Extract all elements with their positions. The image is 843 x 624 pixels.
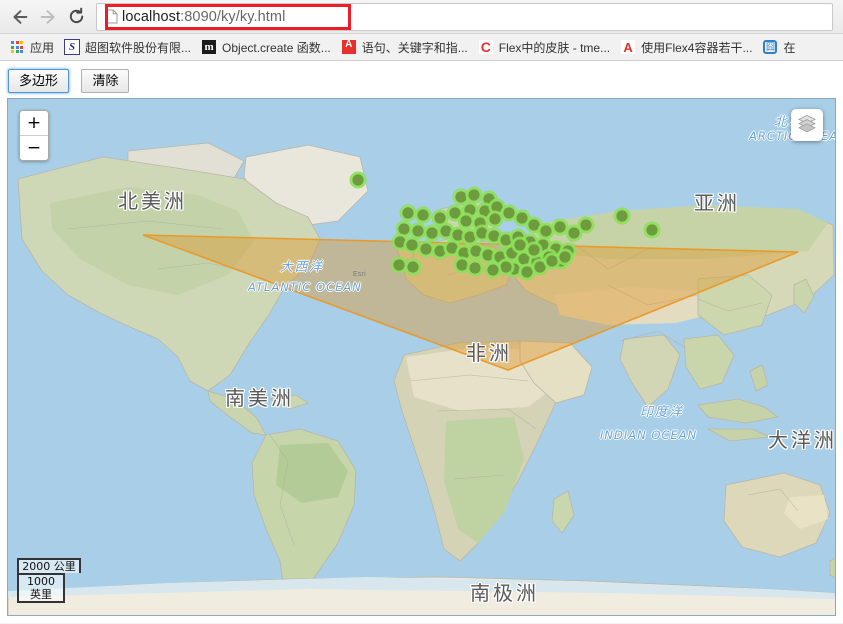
m-square-icon: m bbox=[201, 39, 217, 55]
map-marker[interactable] bbox=[426, 227, 438, 239]
layers-stack-icon bbox=[797, 113, 817, 138]
map-marker[interactable] bbox=[468, 189, 480, 201]
map-marker[interactable] bbox=[434, 212, 446, 224]
map-marker[interactable] bbox=[406, 239, 418, 251]
supermap-s-icon: S bbox=[64, 39, 81, 55]
map-marker[interactable] bbox=[352, 174, 364, 186]
map-marker[interactable] bbox=[516, 212, 528, 224]
map-marker[interactable] bbox=[521, 266, 533, 278]
polygon-button[interactable]: 多边形 bbox=[8, 69, 70, 93]
forward-button[interactable] bbox=[34, 3, 62, 31]
back-button[interactable] bbox=[6, 3, 34, 31]
adobe-a-icon: A bbox=[620, 39, 636, 55]
bookmark-label-1: Object.create 函数... bbox=[222, 40, 331, 55]
map-marker[interactable] bbox=[540, 225, 552, 237]
map-marker[interactable] bbox=[559, 251, 571, 263]
browser-toolbar: localhost:8090/ky/ky.html bbox=[0, 0, 843, 34]
map-marker[interactable] bbox=[456, 259, 468, 271]
bookmark-item-1[interactable]: m Object.create 函数... bbox=[199, 37, 337, 58]
address-bar[interactable]: localhost:8090/ky/ky.html bbox=[96, 2, 833, 31]
apps-grid-icon bbox=[9, 39, 25, 55]
bookmark-item-2[interactable]: A 语句、关键字和指... bbox=[339, 37, 474, 58]
map-marker[interactable] bbox=[514, 239, 526, 251]
map-marker[interactable] bbox=[503, 207, 515, 219]
blue-circle-icon: 囧 bbox=[762, 39, 778, 55]
page-document-icon bbox=[100, 6, 122, 28]
map-marker[interactable] bbox=[554, 221, 566, 233]
bookmark-item-5[interactable]: 囧 在 bbox=[760, 37, 801, 58]
browser-window: localhost:8090/ky/ky.html 应用 S 超图软件股份有限.… bbox=[0, 0, 843, 624]
url-path: :8090/ky/ky.html bbox=[180, 8, 286, 25]
bookmark-apps-label: 应用 bbox=[30, 40, 55, 55]
map-marker[interactable] bbox=[568, 227, 580, 239]
map-marker[interactable] bbox=[546, 255, 558, 267]
url-host: localhost bbox=[122, 8, 181, 25]
bookmark-label-3: Flex中的皮肤 - tme... bbox=[498, 40, 611, 55]
map-marker[interactable] bbox=[460, 215, 472, 227]
map-marker[interactable] bbox=[412, 225, 424, 237]
reload-button[interactable] bbox=[62, 3, 90, 31]
map-marker[interactable] bbox=[417, 209, 429, 221]
bookmark-item-4[interactable]: A 使用Flex4容器若干... bbox=[618, 37, 758, 58]
bookmark-label-0: 超图软件股份有限... bbox=[85, 40, 192, 55]
map-marker[interactable] bbox=[407, 261, 419, 273]
map-marker[interactable] bbox=[469, 262, 481, 274]
map-marker[interactable] bbox=[489, 213, 501, 225]
address-bar-text: localhost:8090/ky/ky.html bbox=[122, 9, 285, 25]
zoom-out-button[interactable]: − bbox=[20, 136, 48, 160]
bookmark-label-4: 使用Flex4容器若干... bbox=[641, 40, 753, 55]
map-marker[interactable] bbox=[393, 259, 405, 271]
adobe-icon: A bbox=[341, 39, 357, 55]
bookmark-item-0[interactable]: S 超图软件股份有限... bbox=[62, 37, 197, 58]
bookmark-item-3[interactable]: C Flex中的皮肤 - tme... bbox=[476, 37, 616, 58]
map-marker[interactable] bbox=[402, 207, 414, 219]
clear-button[interactable]: 清除 bbox=[81, 69, 130, 93]
map-marker[interactable] bbox=[616, 210, 628, 222]
map-viewport[interactable]: 北美洲亚洲非洲南美洲大洋洲南极洲北冰洋ARCTIC OCEAN大西洋ATLANT… bbox=[7, 98, 836, 616]
map-tile-layer bbox=[8, 99, 835, 615]
reload-icon bbox=[67, 7, 86, 26]
map-marker[interactable] bbox=[487, 264, 499, 276]
zoom-in-button[interactable]: + bbox=[20, 111, 48, 136]
map-marker[interactable] bbox=[398, 223, 410, 235]
map-marker[interactable] bbox=[420, 243, 432, 255]
layers-control-button[interactable] bbox=[791, 109, 823, 141]
map-marker[interactable] bbox=[455, 191, 467, 203]
bookmark-apps[interactable]: 应用 bbox=[7, 37, 60, 58]
bookmark-label-2: 语句、关键字和指... bbox=[361, 40, 468, 55]
bookmarks-bar: 应用 S 超图软件股份有限... m Object.create 函数... A… bbox=[0, 34, 843, 61]
map-marker[interactable] bbox=[580, 219, 592, 231]
map-marker[interactable] bbox=[646, 224, 658, 236]
forward-arrow-icon bbox=[39, 8, 57, 26]
map-marker[interactable] bbox=[500, 261, 512, 273]
back-arrow-icon bbox=[11, 8, 29, 26]
page-content: 多边形 清除 北美洲 亚洲 非洲 南美洲 大洋洲 南极洲 ARCTIC 大西洋 … bbox=[0, 61, 843, 623]
zoom-control[interactable]: + − bbox=[19, 110, 49, 161]
scale-bar-miles: 1000 英里 bbox=[17, 573, 65, 603]
world-basemap bbox=[8, 99, 835, 615]
scale-bar: 2000 公里 1000 英里 bbox=[17, 558, 81, 603]
map-marker[interactable] bbox=[528, 244, 540, 256]
csdn-c-icon: C bbox=[478, 39, 493, 55]
map-tool-buttons: 多边形 清除 bbox=[0, 61, 843, 94]
scale-bar-km: 2000 公里 bbox=[17, 558, 81, 573]
bookmark-label-5: 在 bbox=[783, 40, 796, 55]
